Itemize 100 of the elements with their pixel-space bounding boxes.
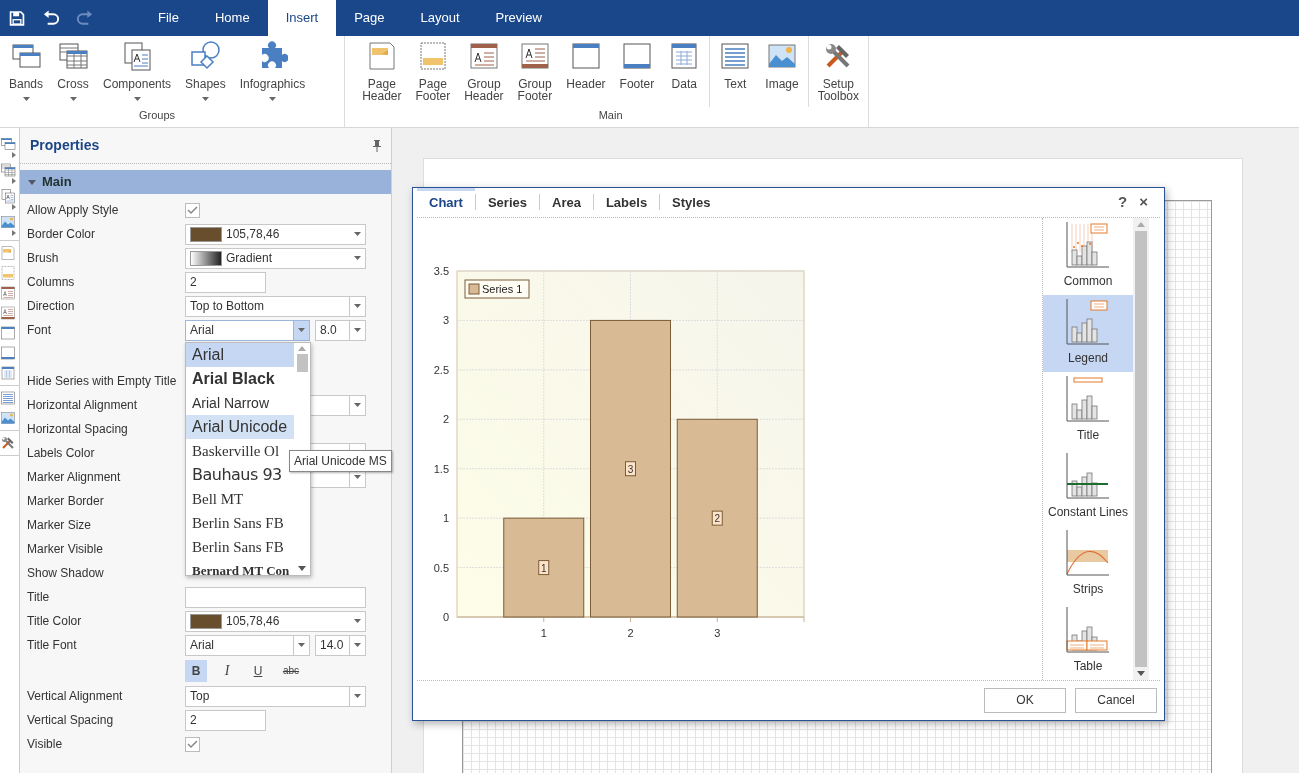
- axis-tick-label: 0: [442, 610, 449, 623]
- dialog-tab[interactable]: Series: [475, 188, 539, 217]
- color-select[interactable]: 105,78,46: [185, 223, 366, 245]
- text-icon: [719, 40, 752, 72]
- group-footer-icon: [0, 305, 16, 321]
- ribbon-button[interactable]: Page Header: [355, 40, 409, 107]
- dialog-tab[interactable]: Labels: [593, 188, 660, 217]
- property-label: Show Shadow: [26, 565, 105, 582]
- checkbox[interactable]: [185, 736, 200, 752]
- ribbon-tab[interactable]: Layout: [402, 0, 478, 36]
- font-style-button[interactable]: abc: [278, 659, 304, 682]
- ribbon-button[interactable]: Bands: [2, 40, 51, 107]
- group-label: Groups: [138, 108, 177, 123]
- ribbon-button[interactable]: Infographics: [232, 40, 313, 107]
- panel-title: Properties: [30, 136, 100, 155]
- number-field[interactable]: 2: [185, 709, 266, 731]
- dropdown-field[interactable]: Top to Bottom: [185, 295, 366, 317]
- gradient-swatch: [190, 250, 222, 266]
- caret-icon: [353, 256, 361, 260]
- toolbox-item[interactable]: [0, 162, 19, 184]
- font-option[interactable]: Arial Black: [186, 367, 294, 391]
- dropdown-field[interactable]: Top: [185, 685, 366, 707]
- chart-type-item[interactable]: Title: [1043, 371, 1133, 449]
- pin-icon: [373, 140, 381, 153]
- caret-icon: [354, 475, 361, 479]
- font-select[interactable]: Arial: [185, 634, 310, 656]
- axis-tick-label: 1.5: [433, 462, 449, 475]
- section-header[interactable]: Main: [20, 170, 391, 194]
- scrollbar-thumb[interactable]: [1135, 230, 1147, 667]
- toolbox-item[interactable]: [0, 136, 19, 158]
- common-chart-icon: [1066, 222, 1110, 268]
- chart-type-item[interactable]: Common: [1043, 217, 1133, 295]
- chart-type-item[interactable]: Legend: [1043, 294, 1133, 372]
- font-size-select[interactable]: 14.0: [315, 634, 366, 656]
- checkbox[interactable]: [185, 202, 200, 218]
- font-option[interactable]: Arial: [186, 343, 294, 367]
- ribbon-tab[interactable]: Page: [336, 0, 403, 36]
- scrollbar-thumb[interactable]: [296, 354, 308, 372]
- axis-tick-label: 2: [627, 626, 634, 639]
- ribbon-tab[interactable]: File: [140, 0, 197, 36]
- legend-label: Series 1: [482, 282, 523, 295]
- ribbon-button[interactable]: Image: [758, 40, 806, 107]
- text-icon: [0, 390, 16, 406]
- font-size-select[interactable]: 8.0: [315, 319, 366, 341]
- property-label: Title Font: [26, 637, 78, 654]
- close-button[interactable]: ×: [1133, 191, 1154, 214]
- font-option[interactable]: Bell MT: [186, 487, 294, 511]
- ribbon-tab[interactable]: Insert: [267, 0, 337, 36]
- ribbon-button[interactable]: Header: [559, 40, 613, 107]
- font-option[interactable]: Berlin Sans FB: [186, 511, 294, 535]
- ribbon-button[interactable]: Setup Toolbox: [810, 40, 866, 107]
- ribbon-button[interactable]: Group Header: [457, 40, 511, 107]
- legend: Series 1: [464, 279, 530, 298]
- font-option[interactable]: Bernard MT Con: [186, 559, 294, 575]
- save-icon: [8, 9, 26, 27]
- chart-type-item[interactable]: Table: [1043, 602, 1133, 680]
- chart-type-item[interactable]: Strips: [1043, 525, 1133, 603]
- dialog-tab[interactable]: Styles: [660, 188, 723, 217]
- font-style-button[interactable]: U: [247, 659, 269, 682]
- property-label: Vertical Alignment: [26, 688, 124, 705]
- ribbon-button[interactable]: Data: [661, 40, 708, 107]
- text-field[interactable]: [185, 586, 366, 608]
- property-label: Allow Apply Style: [26, 202, 120, 219]
- ribbon-button[interactable]: Shapes: [178, 40, 233, 107]
- ribbon-button[interactable]: Group Footer: [510, 40, 560, 107]
- font-option[interactable]: Berlin Sans FB: [186, 535, 294, 559]
- font-select[interactable]: Arial: [185, 319, 310, 341]
- ribbon-tab[interactable]: Preview: [477, 0, 560, 36]
- font-option[interactable]: Arial Unicode: [186, 415, 294, 439]
- dialog-button[interactable]: OK: [984, 687, 1066, 713]
- dialog-tab[interactable]: Area: [540, 188, 593, 217]
- ribbon-button[interactable]: Components: [96, 40, 179, 107]
- ribbon-button[interactable]: Text: [712, 40, 759, 107]
- strips-chart-icon: [1066, 530, 1110, 576]
- group-header-icon: [467, 40, 500, 72]
- chart-type-item[interactable]: Constant Lines: [1043, 448, 1133, 526]
- ribbon-button[interactable]: Cross: [50, 40, 97, 107]
- checkmark-icon: [187, 205, 198, 215]
- caret-icon: [354, 304, 361, 308]
- color-select[interactable]: Gradient: [185, 247, 366, 269]
- ribbon-tab[interactable]: Home: [196, 0, 268, 36]
- header-icon: [569, 40, 602, 72]
- undo-icon: [41, 8, 61, 28]
- property-label: Font: [26, 322, 52, 339]
- axis-tick-label: 2.5: [433, 363, 449, 376]
- scroll-up-icon: [1137, 221, 1145, 227]
- font-option[interactable]: Arial Narrow: [186, 391, 294, 415]
- caret-icon: [353, 232, 361, 236]
- footer-icon: [0, 345, 16, 361]
- number-field[interactable]: 2: [185, 271, 266, 293]
- font-style-button[interactable]: B: [185, 659, 207, 682]
- dialog-button[interactable]: Cancel: [1075, 687, 1157, 713]
- dialog-tab[interactable]: Chart: [417, 188, 475, 217]
- ribbon-button[interactable]: Footer: [612, 40, 662, 107]
- data-label: 3: [625, 460, 636, 476]
- help-button[interactable]: ?: [1112, 191, 1134, 214]
- font-style-button[interactable]: I: [216, 659, 238, 682]
- ribbon-button[interactable]: Page Footer: [408, 40, 458, 107]
- color-select[interactable]: 105,78,46: [185, 610, 366, 632]
- axis-tick-label: 3: [714, 626, 721, 639]
